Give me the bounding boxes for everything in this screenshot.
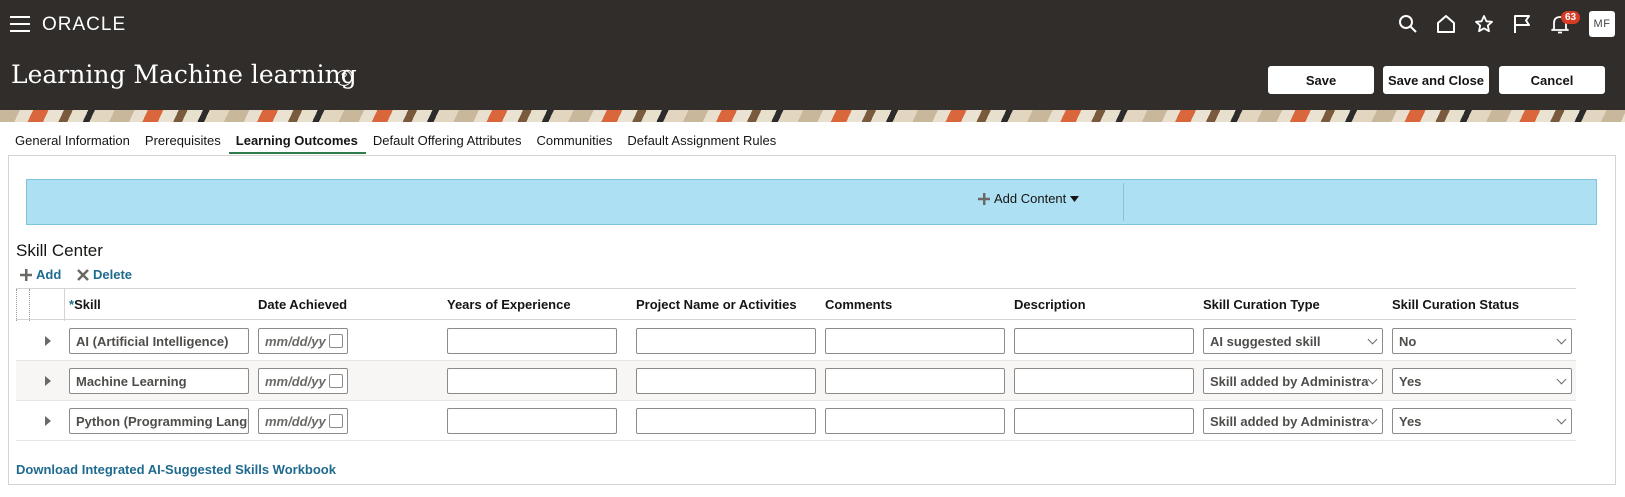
column-header-skill-curation-status[interactable]: Skill Curation Status bbox=[1392, 297, 1519, 312]
years-of-experience-field[interactable] bbox=[447, 408, 617, 434]
description-field[interactable] bbox=[1014, 368, 1194, 394]
expand-column-header bbox=[30, 289, 65, 321]
expand-row-icon[interactable] bbox=[45, 416, 51, 426]
tab-general-information[interactable]: General Information bbox=[8, 128, 138, 154]
skill-curation-type-select[interactable]: Skill added by Administra bbox=[1203, 408, 1383, 434]
date-achieved-field[interactable]: mm/dd/yy bbox=[258, 328, 348, 354]
column-header-description[interactable]: Description bbox=[1014, 297, 1086, 312]
tab-default-assignment-rules[interactable]: Default Assignment Rules bbox=[620, 128, 784, 154]
description-field[interactable] bbox=[1014, 328, 1194, 354]
project-name-field[interactable] bbox=[636, 368, 816, 394]
chevron-down-icon bbox=[1367, 374, 1378, 385]
table-row[interactable]: Python (Programming Langu mm/dd/yy Skill… bbox=[16, 401, 1576, 441]
add-content-label: Add Content bbox=[994, 191, 1067, 206]
skill-curation-type-select[interactable]: Skill added by Administra bbox=[1203, 368, 1383, 394]
home-icon[interactable] bbox=[1427, 8, 1465, 40]
app-header bbox=[0, 0, 1625, 114]
tab-default-offering-attributes[interactable]: Default Offering Attributes bbox=[366, 128, 530, 154]
add-label: Add bbox=[36, 267, 62, 282]
save-and-close-button[interactable]: Save and Close bbox=[1383, 66, 1489, 94]
delete-button[interactable]: Delete bbox=[77, 267, 132, 282]
chevron-down-icon bbox=[1367, 414, 1378, 425]
flag-icon[interactable] bbox=[1503, 8, 1541, 40]
column-header-project-name[interactable]: Project Name or Activities bbox=[636, 297, 797, 312]
description-field[interactable] bbox=[1014, 408, 1194, 434]
cancel-button[interactable]: Cancel bbox=[1499, 66, 1605, 94]
table-row[interactable]: Machine Learning mm/dd/yy Skill added by… bbox=[16, 361, 1576, 401]
skill-field[interactable]: Python (Programming Langu bbox=[69, 408, 249, 434]
star-icon[interactable] bbox=[1465, 8, 1503, 40]
tab-learning-outcomes[interactable]: Learning Outcomes bbox=[228, 128, 366, 154]
add-content-bar bbox=[26, 179, 1597, 225]
table-header: *Skill Date Achieved Years of Experience… bbox=[16, 288, 1576, 321]
years-of-experience-field[interactable] bbox=[447, 368, 617, 394]
project-name-field[interactable] bbox=[636, 408, 816, 434]
select-column-header bbox=[16, 289, 30, 321]
chevron-down-icon bbox=[1556, 374, 1567, 385]
avatar[interactable]: MF bbox=[1589, 11, 1615, 37]
delete-label: Delete bbox=[93, 267, 133, 282]
tab-bar: General Information Prerequisites Learni… bbox=[8, 128, 784, 154]
tab-prerequisites[interactable]: Prerequisites bbox=[138, 128, 229, 154]
add-content-button[interactable]: Add Content bbox=[978, 191, 1080, 206]
skill-field[interactable]: AI (Artificial Intelligence) bbox=[69, 328, 249, 354]
column-header-date-achieved[interactable]: Date Achieved bbox=[258, 297, 347, 312]
tab-communities[interactable]: Communities bbox=[529, 128, 620, 154]
calendar-icon[interactable] bbox=[329, 414, 343, 428]
table-row[interactable]: AI (Artificial Intelligence) mm/dd/yy AI… bbox=[16, 321, 1576, 361]
chevron-down-icon bbox=[1556, 414, 1567, 425]
chevron-down-icon bbox=[1367, 334, 1378, 345]
oracle-logo[interactable]: ORACLE bbox=[42, 14, 126, 36]
date-achieved-field[interactable]: mm/dd/yy bbox=[258, 368, 348, 394]
plus-icon bbox=[978, 192, 990, 205]
calendar-icon[interactable] bbox=[329, 374, 343, 388]
close-icon bbox=[77, 268, 89, 281]
divider bbox=[1123, 183, 1124, 221]
download-workbook-link[interactable]: Download Integrated AI-Suggested Skills … bbox=[16, 462, 336, 477]
skill-curation-type-select[interactable]: AI suggested skill bbox=[1203, 328, 1383, 354]
page-title: Learning Machine learning bbox=[11, 60, 357, 89]
skill-curation-status-select[interactable]: No bbox=[1392, 328, 1572, 354]
column-header-skill-curation-type[interactable]: Skill Curation Type bbox=[1203, 297, 1320, 312]
comments-field[interactable] bbox=[825, 408, 1005, 434]
comments-field[interactable] bbox=[825, 328, 1005, 354]
bell-icon[interactable]: 63 bbox=[1541, 8, 1581, 40]
caret-down-icon bbox=[1070, 195, 1080, 202]
column-header-years-of-experience[interactable]: Years of Experience bbox=[447, 297, 571, 312]
years-of-experience-field[interactable] bbox=[447, 328, 617, 354]
chevron-down-icon bbox=[1556, 334, 1567, 345]
comments-field[interactable] bbox=[825, 368, 1005, 394]
expand-row-icon[interactable] bbox=[45, 336, 51, 346]
expand-row-icon[interactable] bbox=[45, 376, 51, 386]
add-button[interactable]: Add bbox=[20, 267, 61, 282]
date-achieved-field[interactable]: mm/dd/yy bbox=[258, 408, 348, 434]
header-banner bbox=[0, 110, 1625, 122]
notification-badge: 63 bbox=[1561, 11, 1581, 24]
search-icon[interactable] bbox=[1389, 8, 1427, 40]
column-header-comments[interactable]: Comments bbox=[825, 297, 892, 312]
global-toolbar: 63 MF bbox=[1389, 8, 1625, 40]
project-name-field[interactable] bbox=[636, 328, 816, 354]
section-title: Skill Center bbox=[16, 241, 103, 260]
skill-field[interactable]: Machine Learning bbox=[69, 368, 249, 394]
menu-icon[interactable] bbox=[10, 16, 30, 32]
save-button[interactable]: Save bbox=[1268, 66, 1374, 94]
column-header-skill[interactable]: *Skill bbox=[69, 297, 101, 312]
calendar-icon[interactable] bbox=[329, 334, 343, 348]
skill-curation-status-select[interactable]: Yes bbox=[1392, 408, 1572, 434]
help-icon[interactable]: ? bbox=[336, 70, 352, 86]
plus-icon bbox=[20, 268, 32, 281]
skill-curation-status-select[interactable]: Yes bbox=[1392, 368, 1572, 394]
